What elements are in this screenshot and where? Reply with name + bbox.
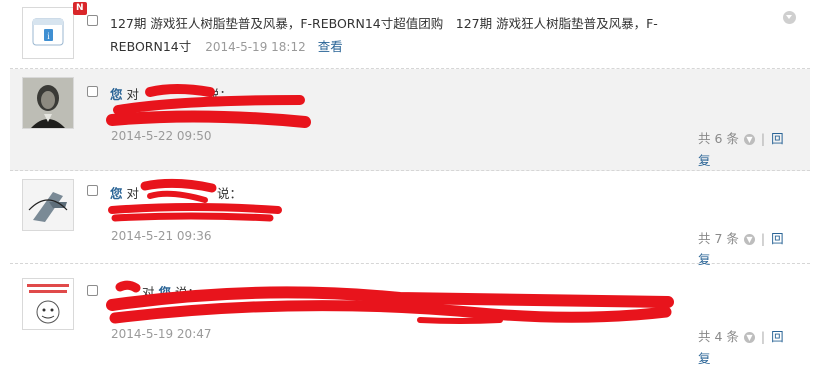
comment-time: 2014-5-19 20:47 — [111, 327, 212, 341]
notice-time: 2014-5-19 18:12 — [205, 40, 306, 54]
reply-link-wrap[interactable]: 复 — [698, 150, 711, 169]
reply-link-wrap[interactable]: 复 — [698, 348, 711, 367]
logo-avatar[interactable] — [22, 179, 74, 231]
you-label: 您 — [110, 87, 123, 102]
you-label: 您 — [158, 285, 171, 300]
portrait-avatar[interactable] — [22, 77, 74, 129]
reply-count: 共 6 条 ▼ | 回 — [698, 131, 784, 146]
comment-row: 您 对 说： 2014-5-21 09:36 共 7 条 ▼ | 回 复 — [10, 171, 810, 267]
notice-app-icon[interactable]: i N — [22, 2, 87, 59]
collapse-icon[interactable] — [783, 11, 796, 24]
view-link[interactable]: 查看 — [318, 39, 343, 54]
expand-chevron-icon[interactable]: ▼ — [743, 332, 755, 343]
app-notice-icon: i — [32, 18, 64, 46]
new-badge: N — [73, 2, 87, 15]
you-label: 您 — [110, 186, 123, 201]
reply-link[interactable]: 回 — [771, 329, 784, 344]
comment-header: 您 对 说： — [110, 87, 232, 102]
reply-count: 共 7 条 ▼ | 回 — [698, 231, 784, 246]
comment-row: 对 您 说： 2014-5-19 20:47 共 4 条 ▼ | 回 复 — [10, 264, 810, 368]
reply-link[interactable]: 回 — [771, 231, 784, 246]
comment-row: 您 对 说： 2014-5-22 09:50 共 6 条 ▼ | 回 复 — [10, 69, 810, 171]
reply-count: 共 4 条 ▼ | 回 — [698, 329, 784, 344]
select-checkbox[interactable] — [87, 15, 98, 26]
select-checkbox[interactable] — [87, 86, 98, 97]
meme-avatar[interactable] — [22, 278, 74, 330]
expand-chevron-icon[interactable]: ▼ — [743, 134, 755, 145]
comment-header: 对 您 说： — [141, 285, 200, 300]
comment-time: 2014-5-21 09:36 — [111, 229, 212, 243]
reply-link[interactable]: 回 — [771, 131, 784, 146]
select-checkbox[interactable] — [87, 285, 98, 296]
select-checkbox[interactable] — [87, 185, 98, 196]
notice-row: i N 127期 游戏狂人树脂垫普及风暴，F-REBORN14寸超值团购 127… — [10, 0, 810, 69]
notice-text-line2: REBORN14寸 2014-5-19 18:12 查看 — [110, 39, 343, 54]
notice-text: 127期 游戏狂人树脂垫普及风暴，F-REBORN14寸超值团购 127期 游戏… — [110, 16, 658, 31]
comment-header: 您 对 说： — [110, 186, 242, 201]
comment-time: 2014-5-22 09:50 — [111, 129, 212, 143]
expand-chevron-icon[interactable]: ▼ — [743, 234, 755, 245]
